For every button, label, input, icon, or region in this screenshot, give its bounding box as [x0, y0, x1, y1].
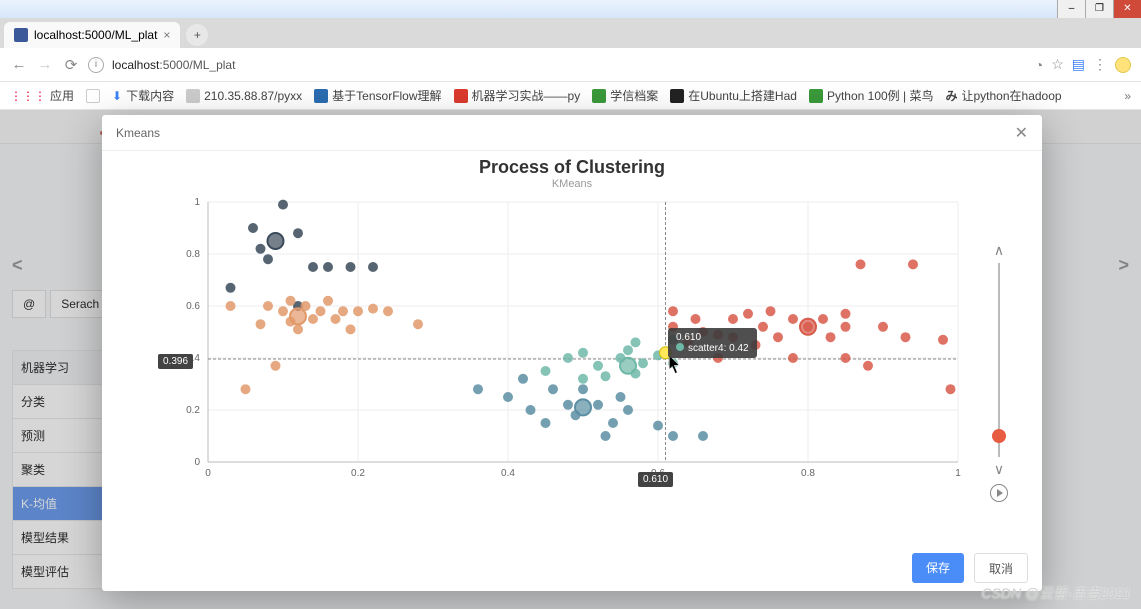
svg-text:0: 0	[205, 468, 211, 479]
cancel-button[interactable]: 取消	[974, 553, 1028, 583]
bookmark-item[interactable]: ⬇下载内容	[112, 87, 174, 104]
new-tab-button[interactable]: +	[186, 24, 208, 46]
bookmark-item[interactable]: 基于TensorFlow理解	[314, 87, 441, 104]
window-close-button[interactable]: ✕	[1113, 0, 1141, 18]
svg-text:0.6: 0.6	[186, 301, 200, 312]
svg-text:0.2: 0.2	[186, 405, 200, 416]
extension-icon[interactable]: ◔	[1035, 57, 1043, 73]
chart-tooltip: 0.610 scatter4: 0.42	[668, 328, 757, 358]
modal-close-icon[interactable]: ✕	[1015, 123, 1028, 143]
kmeans-modal: Kmeans ✕ Process of Clustering KMeans 00…	[102, 115, 1042, 591]
watermark: CSDN @云哲-吉吉2021	[981, 583, 1131, 603]
modal-footer: 保存 取消	[102, 545, 1042, 591]
play-button[interactable]	[990, 484, 1008, 502]
reload-icon[interactable]: ⟳	[62, 56, 80, 74]
star-icon[interactable]: ☆	[1051, 56, 1064, 73]
slider-track[interactable]	[998, 263, 1000, 457]
tab-title: localhost:5000/ML_plat	[34, 28, 157, 42]
bookmark-item[interactable]: み让python在hadoop	[945, 87, 1061, 104]
window-controls: – ❐ ✕	[0, 0, 1141, 18]
modal-body: Process of Clustering KMeans 0 0.2 0.4 0.6 0…	[102, 151, 1042, 545]
svg-text:1: 1	[194, 197, 200, 208]
url-bar: ← → ⟳ i localhost:5000/ML_plat ◔ ☆ ▤ ⋮	[0, 48, 1141, 82]
chart-subtitle: KMeans	[118, 178, 1026, 190]
minimize-button[interactable]: –	[1057, 0, 1085, 18]
svg-text:0.8: 0.8	[801, 468, 815, 479]
save-button[interactable]: 保存	[912, 553, 964, 583]
url-input[interactable]: localhost:5000/ML_plat	[112, 58, 1027, 72]
bookmark-item[interactable]: Python 100例 | 菜鸟	[809, 87, 934, 104]
site-info-icon[interactable]: i	[88, 57, 104, 73]
chart-area[interactable]: 00.20.40.60.8100.20.40.60.81 0.396 0.610…	[118, 192, 1026, 512]
svg-text:1: 1	[955, 468, 961, 479]
slider-up-icon[interactable]: ∧	[994, 242, 1004, 259]
modal-header: Kmeans ✕	[102, 115, 1042, 151]
modal-title: Kmeans	[116, 126, 160, 140]
bookmark-item[interactable]	[86, 89, 100, 103]
y-crosshair-label: 0.396	[158, 354, 193, 369]
svg-text:0.8: 0.8	[186, 249, 200, 260]
bookmark-item[interactable]: 机器学习实战——py	[454, 87, 581, 104]
chart-title: Process of Clustering	[118, 157, 1026, 178]
bookmarks-bar: ⋮⋮⋮ 应用 ⬇下载内容 210.35.88.87/pyxx 基于TensorF…	[0, 82, 1141, 110]
forward-icon[interactable]: →	[36, 56, 54, 73]
slider-down-icon[interactable]: ∨	[994, 461, 1004, 478]
back-icon[interactable]: ←	[10, 56, 28, 73]
profile-icon[interactable]	[1115, 57, 1131, 73]
svg-text:0: 0	[194, 457, 200, 468]
bookmarks-overflow-icon[interactable]: »	[1124, 89, 1131, 103]
apps-button[interactable]: ⋮⋮⋮ 应用	[10, 87, 74, 104]
bookmark-item[interactable]: 在Ubuntu上搭建Had	[670, 87, 797, 104]
browser-tab[interactable]: localhost:5000/ML_plat ×	[4, 22, 180, 48]
tab-close-icon[interactable]: ×	[163, 28, 170, 42]
scatter-plot[interactable]: 00.20.40.60.8100.20.40.60.81	[158, 192, 978, 492]
maximize-button[interactable]: ❐	[1085, 0, 1113, 18]
bookmark-item[interactable]: 210.35.88.87/pyxx	[186, 89, 302, 103]
svg-text:0.2: 0.2	[351, 468, 365, 479]
menu-icon[interactable]: ⋮	[1093, 56, 1107, 73]
translate-icon[interactable]: ▤	[1072, 56, 1085, 73]
favicon-icon	[14, 28, 28, 42]
bookmark-item[interactable]: 学信档案	[592, 87, 658, 104]
timeline-slider: ∧ ∨	[982, 242, 1016, 502]
slider-knob[interactable]	[992, 429, 1006, 443]
browser-tab-bar: localhost:5000/ML_plat × +	[0, 18, 1141, 48]
svg-text:0.4: 0.4	[501, 468, 515, 479]
x-crosshair-label: 0.610	[638, 472, 673, 487]
